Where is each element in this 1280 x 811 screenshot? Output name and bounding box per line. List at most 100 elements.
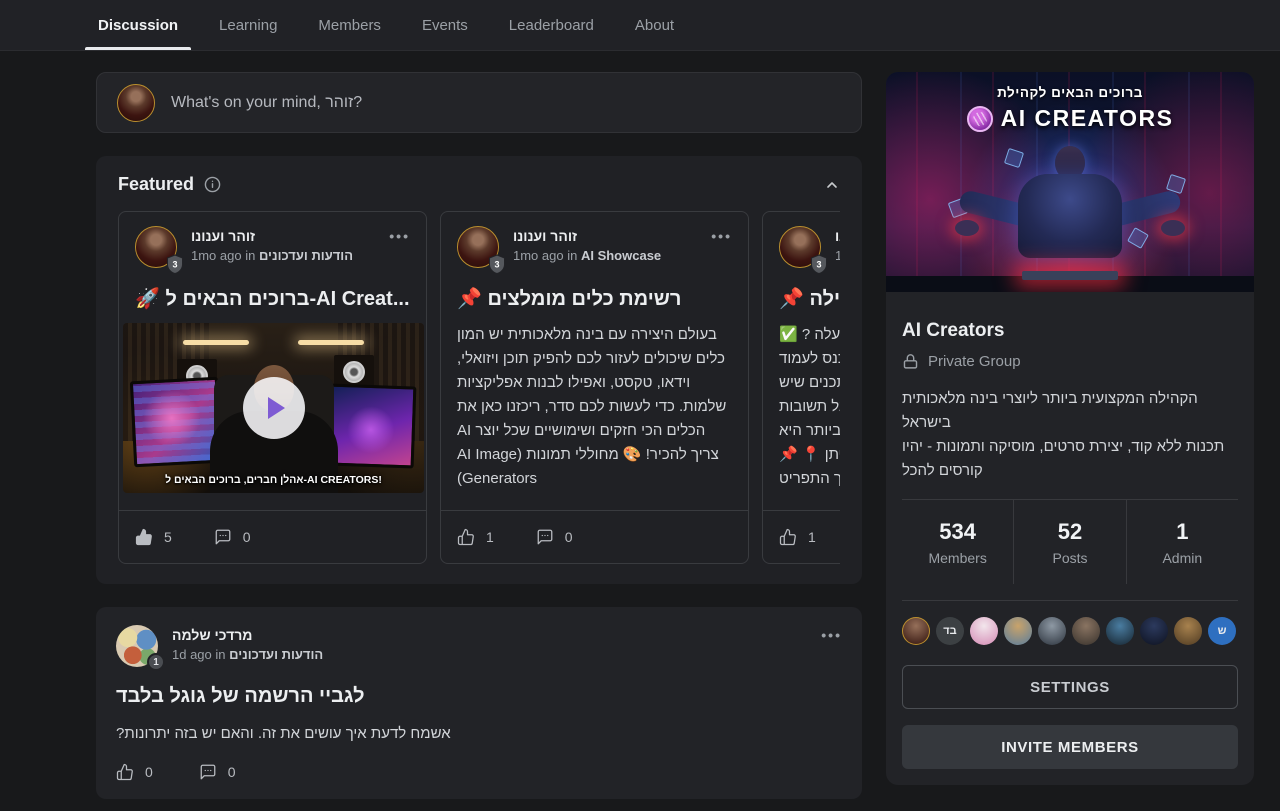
- member-avatar[interactable]: [1106, 617, 1134, 645]
- post-meta: 1d ago in הודעות ועדכונים: [172, 647, 323, 662]
- glowing-keyboard: [1022, 271, 1118, 280]
- like-button[interactable]: 0: [116, 763, 153, 781]
- svg-text:3: 3: [494, 259, 499, 269]
- post-menu-icon[interactable]: •••: [389, 228, 410, 244]
- studio-light: [183, 340, 249, 345]
- featured-carousel: 3 זוהר וענונו 1mo ago in הודעות ועדכונים…: [118, 211, 840, 564]
- level-badge: 3: [488, 254, 506, 274]
- thumbs-up-icon: [779, 528, 797, 546]
- post-menu-icon[interactable]: •••: [821, 627, 842, 643]
- member-avatar-row: בד ש: [902, 617, 1238, 645]
- member-avatar[interactable]: [1038, 617, 1066, 645]
- page-content: What's on your mind, זוהר? Featured: [0, 51, 1280, 811]
- stat-members: 534 Members: [902, 500, 1013, 584]
- post-composer[interactable]: What's on your mind, זוהר?: [96, 72, 862, 133]
- member-avatar[interactable]: [970, 617, 998, 645]
- thumbs-up-icon: [116, 763, 134, 781]
- featured-header: Featured: [118, 174, 840, 195]
- member-avatar[interactable]: [1004, 617, 1032, 645]
- privacy-row: Private Group: [902, 353, 1238, 370]
- author-name[interactable]: מרדכי שלמה: [172, 627, 323, 643]
- privacy-label: Private Group: [928, 353, 1021, 370]
- author-name[interactable]: זוהר וענונו: [835, 228, 840, 244]
- tab-events[interactable]: Events: [420, 0, 470, 50]
- comment-icon: [199, 763, 217, 781]
- featured-section: Featured 3: [96, 156, 862, 584]
- category-link[interactable]: AI Showcase: [581, 248, 661, 263]
- group-info-card: ברוכים הבאים לקהילת AI CREATORS AI Creat…: [886, 72, 1254, 785]
- member-avatar-initials[interactable]: ש: [1208, 617, 1236, 645]
- lock-icon: [902, 353, 919, 370]
- body-line: לקבל תשובות: [779, 395, 840, 419]
- play-button-icon[interactable]: [243, 377, 305, 439]
- svg-text:3: 3: [172, 259, 177, 269]
- post-title[interactable]: 🚀 ברוכים הבאים ל-AI Creat...: [135, 286, 410, 311]
- featured-post-card[interactable]: 3 זוהר וענונו 1mo ago in הודעות ועדכונים…: [118, 211, 427, 564]
- category-link[interactable]: הודעות ועדכונים: [229, 647, 323, 662]
- level-badge: 1: [147, 653, 165, 671]
- level-badge: 3: [166, 254, 184, 274]
- level-badge: 3: [810, 254, 828, 274]
- member-avatar[interactable]: [902, 617, 930, 645]
- group-description: הקהילה המקצועית ביותר ליוצרי בינה מלאכות…: [902, 387, 1238, 483]
- body-line: התכנים שיש: [779, 371, 840, 395]
- divider: [902, 600, 1238, 601]
- engagement-bar: 1 0: [441, 510, 748, 563]
- chevron-up-icon[interactable]: [824, 177, 840, 193]
- author-row: 3 זוהר וענונו 1mo ago in AI Showcase •••: [457, 226, 732, 270]
- like-button[interactable]: 5: [135, 528, 172, 546]
- comment-icon: [536, 528, 554, 546]
- comment-button[interactable]: 0: [199, 763, 236, 781]
- author-name[interactable]: זוהר וענונו: [191, 228, 353, 244]
- featured-post-card[interactable]: 3 זוהר וענונו 1mo ago in AI Showcase •••…: [440, 211, 749, 564]
- like-button[interactable]: 1: [457, 528, 494, 546]
- video-thumbnail[interactable]: אהלן חברים, ברוכים הבאים ל-AI CREATORS!: [123, 323, 424, 493]
- tab-members[interactable]: Members: [316, 0, 383, 50]
- info-icon[interactable]: [204, 176, 221, 193]
- tab-leaderboard[interactable]: Leaderboard: [507, 0, 596, 50]
- invite-members-button[interactable]: INVITE MEMBERS: [902, 725, 1238, 769]
- like-button[interactable]: 1: [779, 528, 816, 546]
- post-meta: 1mo ago in AI Showcase: [513, 248, 661, 263]
- post-body: בעולם היצירה עם בינה מלאכותית יש המון כל…: [457, 323, 732, 491]
- monitor-screen: [130, 377, 222, 467]
- author-row: 3 זוהר וענונו 1mo ago in הודעות ועדכונים…: [135, 226, 410, 270]
- comment-button[interactable]: 0: [214, 528, 251, 546]
- tab-learning[interactable]: Learning: [217, 0, 279, 50]
- post-menu-icon[interactable]: •••: [711, 228, 732, 244]
- member-avatar[interactable]: [1174, 617, 1202, 645]
- stat-admins: 1 Admin: [1126, 500, 1238, 584]
- member-avatar-initials[interactable]: בד: [936, 617, 964, 645]
- cover-welcome-text: ברוכים הבאים לקהילת: [886, 85, 1254, 100]
- cover-brand-text: AI CREATORS: [1001, 105, 1174, 132]
- post-title[interactable]: 📌 קהילה: [779, 286, 840, 311]
- category-link[interactable]: הודעות ועדכונים: [259, 248, 353, 263]
- studio-light: [298, 340, 364, 345]
- like-count: 0: [145, 764, 153, 780]
- engagement-bar: 1: [763, 510, 840, 563]
- tab-discussion[interactable]: Discussion: [96, 0, 180, 50]
- comment-button[interactable]: 0: [536, 528, 573, 546]
- post-body: אשמח לדעת איך עושים את זה. והאם יש בזה י…: [116, 722, 842, 745]
- composer-prompt[interactable]: What's on your mind, זוהר?: [171, 94, 362, 112]
- comment-count: 0: [243, 529, 251, 545]
- body-line: ✅ ? למעלה: [779, 323, 840, 347]
- body-line: היכנס לעמוד: [779, 347, 840, 371]
- settings-button[interactable]: SETTINGS: [902, 665, 1238, 709]
- post-meta: 1mo ago in הודעות ועדכונים: [191, 248, 353, 263]
- post-meta: 1mo ago in: [835, 248, 840, 263]
- engagement-bar: 0 0: [116, 763, 842, 781]
- feed-post[interactable]: 1 מרדכי שלמה 1d ago in הודעות ועדכונים •…: [96, 607, 862, 799]
- featured-post-card[interactable]: 3 זוהר וענונו 1mo ago in 📌 קהילה ✅ ? למע…: [762, 211, 840, 564]
- brain-logo-icon: [967, 106, 993, 132]
- member-avatar[interactable]: [1072, 617, 1100, 645]
- post-title[interactable]: לגביי הרשמה של גוגל בלבד: [116, 685, 842, 708]
- tab-about[interactable]: About: [633, 0, 676, 50]
- stat-posts: 52 Posts: [1013, 500, 1125, 584]
- like-count: 1: [808, 529, 816, 545]
- post-title[interactable]: 📌 רשימת כלים מומלצים: [457, 286, 732, 311]
- author-row: 3 זוהר וענונו 1mo ago in: [779, 226, 840, 270]
- member-avatar[interactable]: [1140, 617, 1168, 645]
- author-name[interactable]: זוהר וענונו: [513, 228, 661, 244]
- current-user-avatar[interactable]: [117, 84, 155, 122]
